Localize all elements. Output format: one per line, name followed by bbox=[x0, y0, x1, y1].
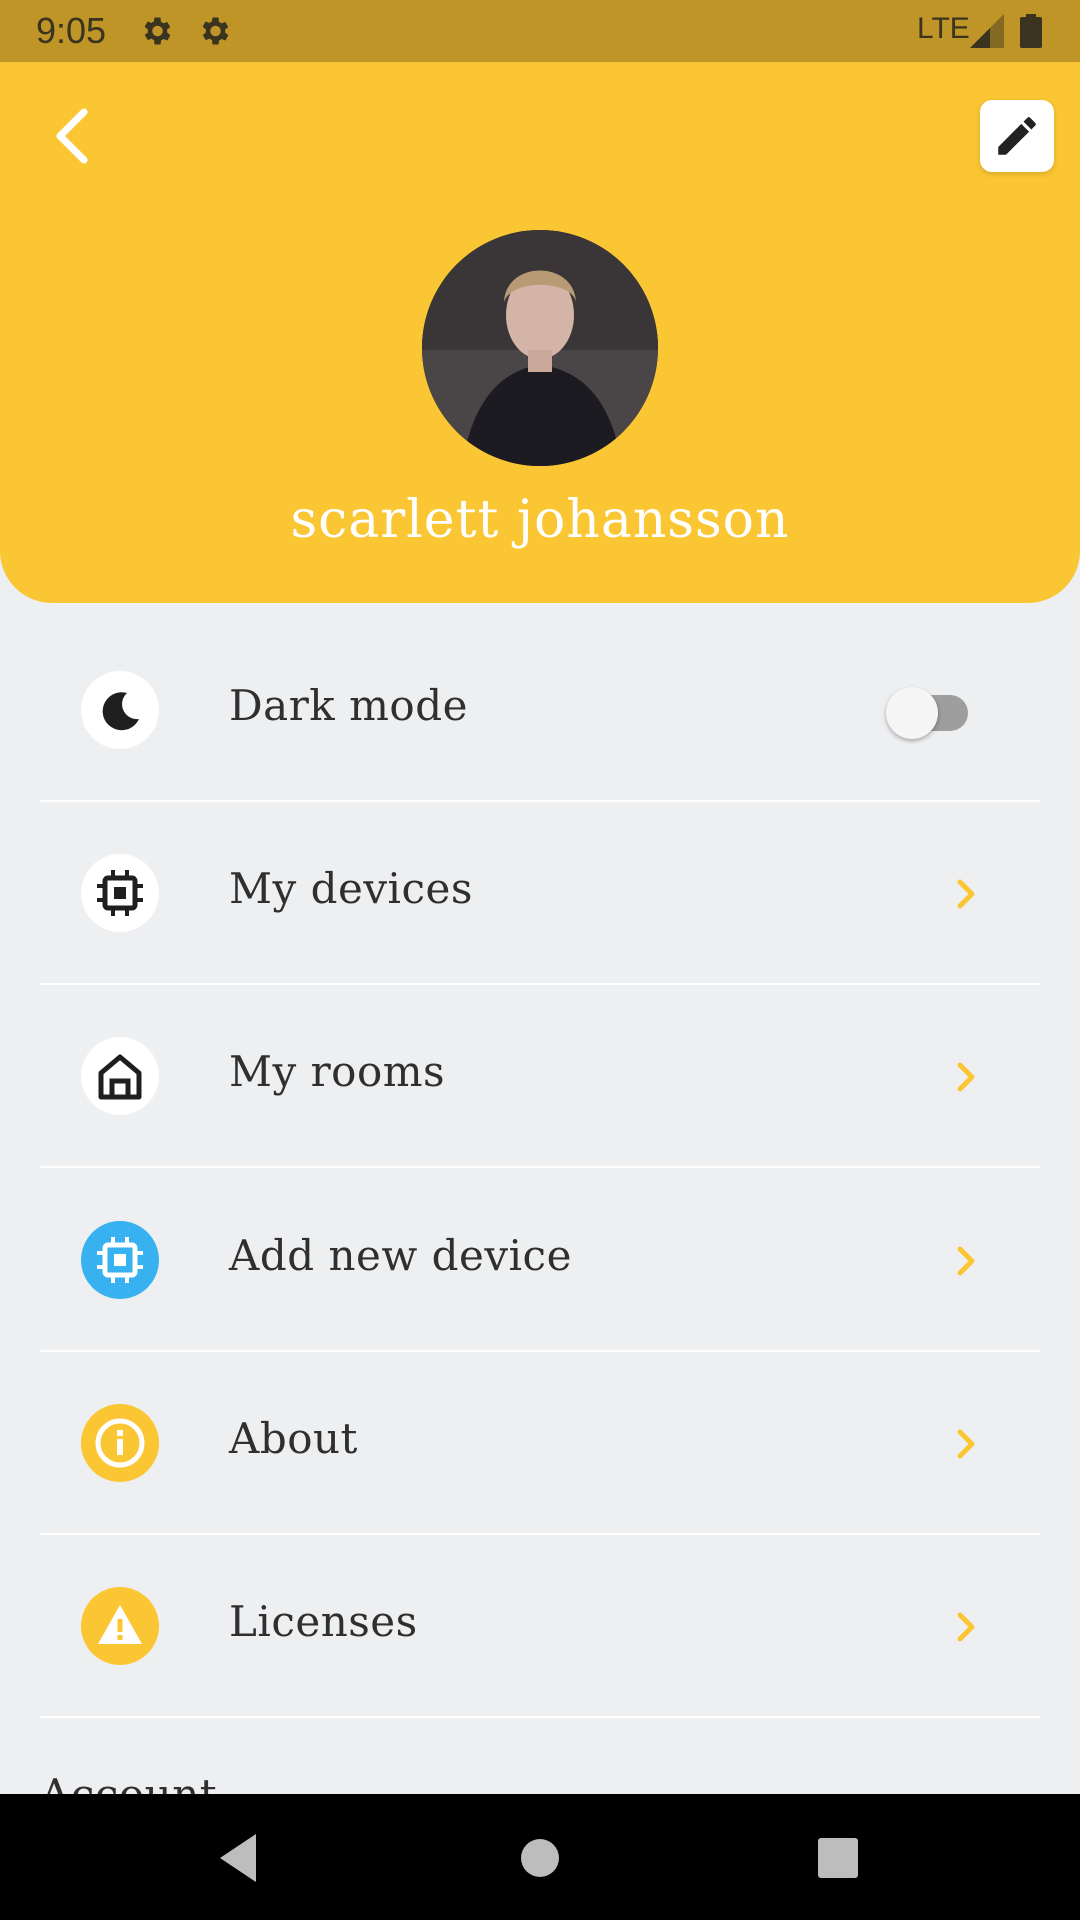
divider bbox=[40, 1716, 1040, 1718]
chip-icon bbox=[81, 854, 159, 932]
battery-icon bbox=[1020, 14, 1042, 48]
chevron-right-icon bbox=[957, 879, 975, 909]
dark-mode-toggle[interactable] bbox=[872, 677, 1002, 747]
menu-item-licenses[interactable]: Licenses bbox=[40, 1535, 1040, 1718]
menu-item-about[interactable]: About bbox=[40, 1352, 1040, 1535]
toggle-thumb bbox=[886, 687, 938, 739]
recents-square-icon[interactable] bbox=[810, 1830, 866, 1886]
menu-item-label: About bbox=[229, 1414, 358, 1463]
pencil-icon bbox=[998, 117, 1036, 155]
menu-item-dark-mode[interactable]: Dark mode bbox=[40, 619, 1040, 802]
menu-item-add-new-device[interactable]: Add new device bbox=[40, 1169, 1040, 1352]
status-time: 9:05 bbox=[36, 10, 107, 51]
divider bbox=[40, 1166, 1040, 1168]
moon-icon bbox=[81, 671, 159, 749]
profile-name: scarlett johansson bbox=[290, 490, 790, 550]
chevron-right-icon bbox=[957, 1612, 975, 1642]
menu-item-label: Licenses bbox=[229, 1597, 418, 1646]
gear-icon bbox=[144, 17, 171, 45]
gear-icon bbox=[202, 17, 229, 45]
menu-item-label: Dark mode bbox=[229, 681, 468, 730]
chevron-right-icon bbox=[957, 1429, 975, 1459]
back-triangle-icon[interactable] bbox=[212, 1830, 268, 1886]
signal-icon bbox=[970, 14, 1004, 48]
home-circle-icon[interactable] bbox=[512, 1830, 568, 1886]
chevron-right-icon bbox=[957, 1062, 975, 1092]
status-bar: 9:05 LTE bbox=[0, 0, 1080, 62]
menu-item-label: My devices bbox=[229, 864, 473, 913]
menu-item-my-rooms[interactable]: My rooms bbox=[40, 985, 1040, 1168]
menu-item-label: Add new device bbox=[229, 1231, 572, 1280]
warning-icon bbox=[81, 1587, 159, 1665]
menu-item-my-devices[interactable]: My devices bbox=[40, 802, 1040, 985]
system-nav-bar bbox=[0, 1794, 1080, 1920]
chip-icon bbox=[81, 1221, 159, 1299]
info-icon bbox=[81, 1404, 159, 1482]
edit-profile-button[interactable] bbox=[980, 100, 1054, 172]
back-button[interactable] bbox=[46, 104, 102, 168]
avatar-photo bbox=[422, 230, 658, 466]
home-icon bbox=[81, 1037, 159, 1115]
chevron-left-icon bbox=[56, 108, 88, 164]
menu-item-label: My rooms bbox=[229, 1047, 446, 1096]
chevron-right-icon bbox=[957, 1246, 975, 1276]
network-type: LTE bbox=[917, 12, 970, 45]
avatar[interactable] bbox=[422, 230, 658, 466]
